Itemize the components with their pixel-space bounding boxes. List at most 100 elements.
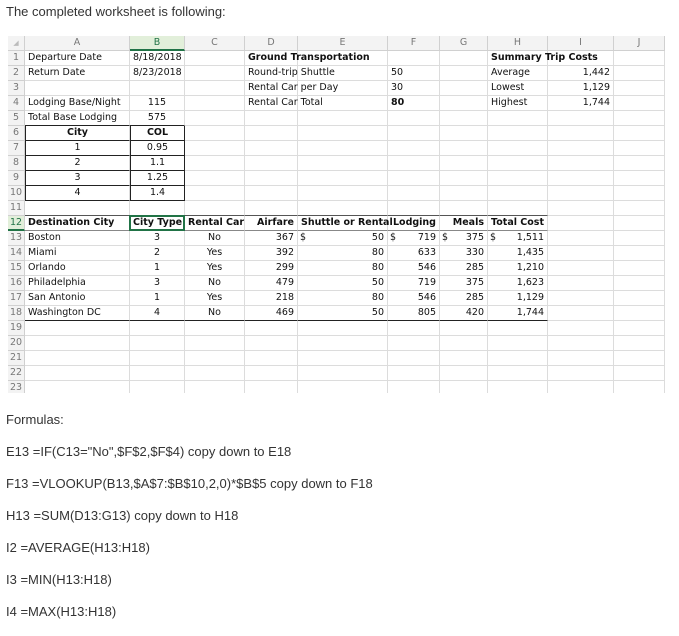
cell-H17[interactable]: 1,129 [488, 291, 548, 306]
cell-I12[interactable] [548, 216, 614, 231]
cell-I6[interactable] [548, 126, 614, 141]
cell-B21[interactable] [130, 351, 185, 366]
cell-J16[interactable] [614, 276, 665, 291]
cell-J20[interactable] [614, 336, 665, 351]
cell-H19[interactable] [488, 321, 548, 336]
cell-J4[interactable] [614, 96, 665, 111]
cell-G6[interactable] [440, 126, 488, 141]
cell-F18[interactable]: 805 [388, 306, 440, 321]
cell-B16[interactable]: 3 [130, 276, 185, 291]
cell-B2[interactable]: 8/23/2018 [130, 66, 185, 81]
cell-E1[interactable] [298, 51, 388, 66]
cell-B9[interactable]: 1.25 [130, 171, 185, 186]
cell-A21[interactable] [25, 351, 130, 366]
cell-D6[interactable] [245, 126, 298, 141]
cell-G7[interactable] [440, 141, 488, 156]
cell-B12[interactable]: City Type [130, 216, 185, 231]
cell-D3[interactable]: Rental Car per Day [245, 81, 338, 96]
cell-D17[interactable]: 218 [245, 291, 298, 306]
row-header-5[interactable]: 5 [8, 111, 25, 126]
cell-I5[interactable] [548, 111, 614, 126]
cell-G18[interactable]: 420 [440, 306, 488, 321]
cell-E23[interactable] [298, 381, 388, 393]
cell-D20[interactable] [245, 336, 298, 351]
cell-J23[interactable] [614, 381, 665, 393]
cell-G13[interactable]: $375 [440, 231, 488, 246]
cell-H18[interactable]: 1,744 [488, 306, 548, 321]
column-header-I[interactable]: I [548, 36, 614, 51]
cell-H14[interactable]: 1,435 [488, 246, 548, 261]
cell-G17[interactable]: 285 [440, 291, 488, 306]
cell-F7[interactable] [388, 141, 440, 156]
cell-B17[interactable]: 1 [130, 291, 185, 306]
cell-H21[interactable] [488, 351, 548, 366]
cell-C13[interactable]: No [185, 231, 245, 246]
cell-H13[interactable]: $1,511 [488, 231, 548, 246]
row-header-10[interactable]: 10 [8, 186, 25, 201]
cell-I22[interactable] [548, 366, 614, 381]
cell-E8[interactable] [298, 156, 388, 171]
cell-C7[interactable] [185, 141, 245, 156]
cell-H20[interactable] [488, 336, 548, 351]
cell-I9[interactable] [548, 171, 614, 186]
cell-B7[interactable]: 0.95 [130, 141, 185, 156]
row-header-4[interactable]: 4 [8, 96, 25, 111]
cell-A1[interactable]: Departure Date [25, 51, 130, 66]
cell-J10[interactable] [614, 186, 665, 201]
cell-D10[interactable] [245, 186, 298, 201]
cell-C11[interactable] [185, 201, 245, 216]
cell-C21[interactable] [185, 351, 245, 366]
row-header-22[interactable]: 22 [8, 366, 25, 381]
column-header-C[interactable]: C [185, 36, 245, 51]
cell-J6[interactable] [614, 126, 665, 141]
row-header-23[interactable]: 23 [8, 381, 25, 393]
row-header-6[interactable]: 6 [8, 126, 25, 141]
row-header-20[interactable]: 20 [8, 336, 25, 351]
cell-I19[interactable] [548, 321, 614, 336]
column-header-B[interactable]: B [130, 36, 185, 51]
cell-E18[interactable]: 50 [298, 306, 388, 321]
row-header-19[interactable]: 19 [8, 321, 25, 336]
cell-F20[interactable] [388, 336, 440, 351]
cell-G8[interactable] [440, 156, 488, 171]
cell-F22[interactable] [388, 366, 440, 381]
cell-J17[interactable] [614, 291, 665, 306]
cell-D5[interactable] [245, 111, 298, 126]
cell-D11[interactable] [245, 201, 298, 216]
cell-E22[interactable] [298, 366, 388, 381]
cell-B15[interactable]: 1 [130, 261, 185, 276]
cell-H4[interactable]: Highest [488, 96, 548, 111]
cell-A18[interactable]: Washington DC [25, 306, 130, 321]
cell-E20[interactable] [298, 336, 388, 351]
cell-A20[interactable] [25, 336, 130, 351]
row-header-1[interactable]: 1 [8, 51, 25, 66]
cell-D14[interactable]: 392 [245, 246, 298, 261]
column-header-G[interactable]: G [440, 36, 488, 51]
cell-F21[interactable] [388, 351, 440, 366]
cell-E10[interactable] [298, 186, 388, 201]
cell-I3[interactable]: 1,129 [548, 81, 614, 96]
cell-C3[interactable] [185, 81, 245, 96]
cell-G16[interactable]: 375 [440, 276, 488, 291]
cell-E16[interactable]: 50 [298, 276, 388, 291]
cell-C20[interactable] [185, 336, 245, 351]
cell-A11[interactable] [25, 201, 130, 216]
column-header-E[interactable]: E [298, 36, 388, 51]
row-header-9[interactable]: 9 [8, 171, 25, 186]
cell-J15[interactable] [614, 261, 665, 276]
cell-I7[interactable] [548, 141, 614, 156]
cell-F2[interactable]: 50 [388, 66, 440, 81]
cell-A14[interactable]: Miami [25, 246, 130, 261]
cell-H7[interactable] [488, 141, 548, 156]
cell-F14[interactable]: 633 [388, 246, 440, 261]
column-header-D[interactable]: D [245, 36, 298, 51]
row-header-16[interactable]: 16 [8, 276, 25, 291]
cell-F19[interactable] [388, 321, 440, 336]
cell-C4[interactable] [185, 96, 245, 111]
cell-H23[interactable] [488, 381, 548, 393]
cell-A2[interactable]: Return Date [25, 66, 130, 81]
cell-G2[interactable] [440, 66, 488, 81]
cell-D7[interactable] [245, 141, 298, 156]
cell-I23[interactable] [548, 381, 614, 393]
column-header-J[interactable]: J [614, 36, 665, 51]
